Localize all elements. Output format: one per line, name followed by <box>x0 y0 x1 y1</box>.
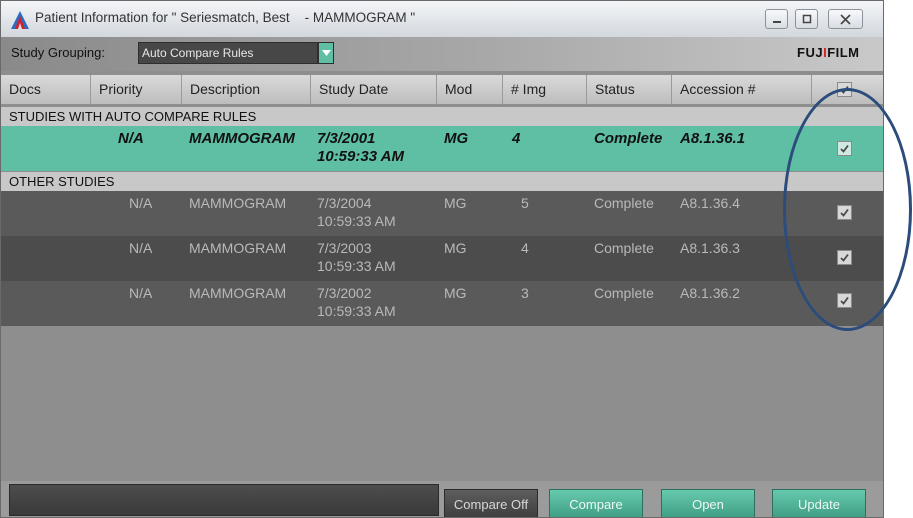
maximize-button[interactable] <box>795 9 818 29</box>
column-header-description[interactable]: Description <box>182 75 311 105</box>
modality-cell: MG <box>444 195 467 211</box>
chevron-down-icon <box>321 50 331 56</box>
compare-off-button[interactable]: Compare Off <box>444 489 538 517</box>
accession-cell: A8.1.36.1 <box>680 130 746 147</box>
update-button[interactable]: Update <box>772 489 866 517</box>
description-cell: MAMMOGRAM <box>189 130 295 147</box>
study-time-cell: 10:59:33 AM <box>317 148 404 165</box>
select-all-checkbox[interactable] <box>837 82 852 97</box>
checkmark-icon <box>840 85 849 94</box>
status-cell: Complete <box>594 285 654 301</box>
study-time-cell: 10:59:33 AM <box>317 303 396 319</box>
status-cell: Complete <box>594 130 663 147</box>
image-count-cell: 4 <box>521 240 529 256</box>
accession-cell: A8.1.36.3 <box>680 240 740 256</box>
study-date-cell: 7/3/2001 <box>317 130 376 147</box>
study-date-cell: 7/3/2004 <box>317 195 372 211</box>
accession-cell: A8.1.36.2 <box>680 285 740 301</box>
column-header-study-date[interactable]: Study Date <box>311 75 437 105</box>
row-select-checkbox[interactable] <box>837 293 852 308</box>
image-count-cell: 4 <box>512 130 521 147</box>
table-row[interactable]: N/A MAMMOGRAM 7/3/2004 10:59:33 AM MG 5 … <box>1 191 883 236</box>
modality-cell: MG <box>444 130 469 147</box>
column-header-status[interactable]: Status <box>587 75 672 105</box>
title-bar[interactable]: Patient Information for " Seriesmatch, B… <box>1 1 883 37</box>
study-grouping-select[interactable]: Auto Compare Rules <box>138 42 318 64</box>
description-cell: MAMMOGRAM <box>189 195 287 211</box>
checkmark-icon <box>840 144 849 153</box>
priority-cell: N/A <box>129 195 153 211</box>
patient-information-window: Patient Information for " Seriesmatch, B… <box>0 0 884 518</box>
window-title: Patient Information for " Seriesmatch, B… <box>35 10 416 25</box>
status-cell: Complete <box>594 195 654 211</box>
description-cell: MAMMOGRAM <box>189 240 287 256</box>
checkmark-icon <box>840 253 849 262</box>
row-select-checkbox[interactable] <box>837 250 852 265</box>
close-button[interactable] <box>828 9 863 29</box>
study-time-cell: 10:59:33 AM <box>317 258 396 274</box>
checkmark-icon <box>840 296 849 305</box>
study-date-cell: 7/3/2002 <box>317 285 372 301</box>
priority-cell: N/A <box>118 130 144 147</box>
group-header-other-studies: OTHER STUDIES <box>1 172 883 191</box>
image-count-cell: 3 <box>521 285 529 301</box>
priority-cell: N/A <box>129 240 153 256</box>
column-header-select <box>812 75 883 105</box>
column-header-docs[interactable]: Docs <box>1 75 91 105</box>
table-header: Docs Priority Description Study Date Mod… <box>1 75 883 105</box>
table-row[interactable]: N/A MAMMOGRAM 7/3/2003 10:59:33 AM MG 4 … <box>1 236 883 281</box>
row-select-checkbox[interactable] <box>837 205 852 220</box>
table-row[interactable]: N/A MAMMOGRAM 7/3/2001 10:59:33 AM MG 4 … <box>1 126 883 171</box>
toolbar: Study Grouping: Auto Compare Rules <box>1 37 883 71</box>
study-date-cell: 7/3/2003 <box>317 240 372 256</box>
row-select-checkbox[interactable] <box>837 141 852 156</box>
modality-cell: MG <box>444 240 467 256</box>
compare-button[interactable]: Compare <box>549 489 643 517</box>
status-cell: Complete <box>594 240 654 256</box>
modality-cell: MG <box>444 285 467 301</box>
app-logo-icon <box>11 11 29 29</box>
study-grouping-label: Study Grouping: <box>11 45 105 60</box>
accession-cell: A8.1.36.4 <box>680 195 740 211</box>
column-header-modality[interactable]: Mod <box>437 75 503 105</box>
study-time-cell: 10:59:33 AM <box>317 213 396 229</box>
open-button[interactable]: Open <box>661 489 755 517</box>
status-panel <box>9 484 439 516</box>
table-empty-area <box>1 326 883 480</box>
description-cell: MAMMOGRAM <box>189 285 287 301</box>
maximize-icon <box>802 14 811 24</box>
table-row[interactable]: N/A MAMMOGRAM 7/3/2002 10:59:33 AM MG 3 … <box>1 281 883 326</box>
checkmark-icon <box>840 208 849 217</box>
close-icon <box>840 13 851 25</box>
column-header-priority[interactable]: Priority <box>91 75 182 105</box>
fujifilm-logo: FUJIFILM <box>797 45 860 60</box>
group-header-auto-compare: STUDIES WITH AUTO COMPARE RULES <box>1 107 883 126</box>
study-grouping-dropdown-button[interactable] <box>318 42 334 64</box>
column-header-image-count[interactable]: # Img <box>503 75 587 105</box>
minimize-icon <box>772 21 781 23</box>
column-header-accession[interactable]: Accession # <box>672 75 812 105</box>
priority-cell: N/A <box>129 285 153 301</box>
minimize-button[interactable] <box>765 9 788 29</box>
image-count-cell: 5 <box>521 195 529 211</box>
